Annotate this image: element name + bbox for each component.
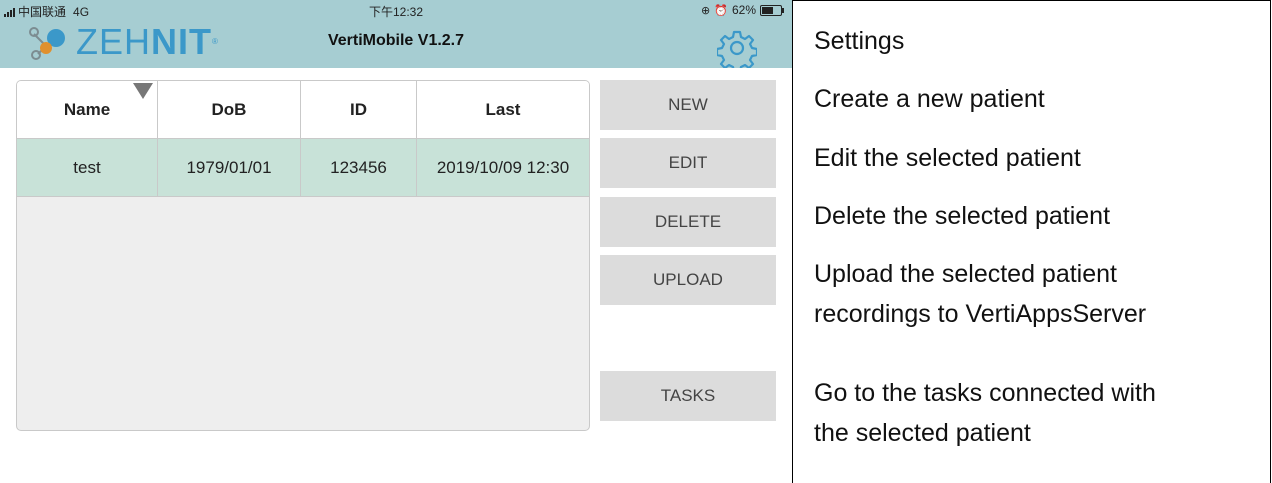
edit-button[interactable]: EDIT	[600, 138, 776, 188]
column-header-label: DoB	[211, 99, 247, 119]
desc-upload-line1: Upload the selected patient	[814, 260, 1117, 288]
desc-settings: Settings	[814, 27, 905, 55]
cell-dob: 1979/01/01	[158, 139, 301, 196]
column-header-id[interactable]: ID	[301, 81, 417, 138]
column-header-label: Last	[485, 99, 521, 119]
battery-percent: 62%	[731, 3, 756, 17]
column-header-label: ID	[350, 99, 367, 119]
column-header-label: Name	[63, 99, 111, 119]
tasks-button[interactable]: TASKS	[600, 371, 776, 421]
column-header-name[interactable]: Name	[17, 81, 158, 138]
orientation-lock-icon: ⊕	[701, 4, 711, 17]
alarm-icon: ⏰	[714, 4, 728, 17]
sort-down-icon	[133, 83, 153, 99]
app-header: 中国联通 4G 下午12:32 ⊕ ⏰ 62% ZEHNIT® VertiMob…	[0, 0, 792, 68]
desc-upload-line2: recordings to VertiAppsServer	[814, 300, 1147, 328]
desc-edit: Edit the selected patient	[814, 144, 1081, 172]
cell-last: 2019/10/09 12:30	[436, 157, 570, 177]
column-header-last[interactable]: Last	[417, 81, 589, 138]
new-button[interactable]: NEW	[600, 80, 776, 130]
app-title: VertiMobile V1.2.7	[327, 32, 465, 49]
status-bar: 中国联通 4G 下午12:32 ⊕ ⏰ 62%	[0, 0, 792, 20]
battery-icon	[760, 4, 784, 16]
description-panel: Settings Create a new patient Edit the s…	[792, 0, 1271, 483]
table-row[interactable]: test 1979/01/01 123456 2019/10/09 12:30	[17, 139, 589, 197]
cell-name: test	[17, 139, 158, 196]
desc-tasks-line1: Go to the tasks connected with	[814, 379, 1156, 407]
desc-new: Create a new patient	[814, 85, 1045, 113]
gear-icon[interactable]	[717, 28, 757, 68]
status-right: ⊕ ⏰ 62%	[701, 3, 784, 17]
upload-button[interactable]: UPLOAD	[600, 255, 776, 305]
patient-table: Name DoB ID Last test 1979/01/01 123456 …	[16, 80, 590, 431]
desc-delete: Delete the selected patient	[814, 202, 1111, 230]
desc-tasks-line2: the selected patient	[814, 419, 1031, 447]
status-time: 下午12:32	[368, 5, 424, 19]
table-header-row: Name DoB ID Last	[17, 81, 589, 139]
delete-button[interactable]: DELETE	[600, 197, 776, 247]
phone-screen: 中国联通 4G 下午12:32 ⊕ ⏰ 62% ZEHNIT® VertiMob…	[0, 0, 792, 483]
column-header-dob[interactable]: DoB	[158, 81, 301, 138]
cell-id: 123456	[301, 139, 417, 196]
